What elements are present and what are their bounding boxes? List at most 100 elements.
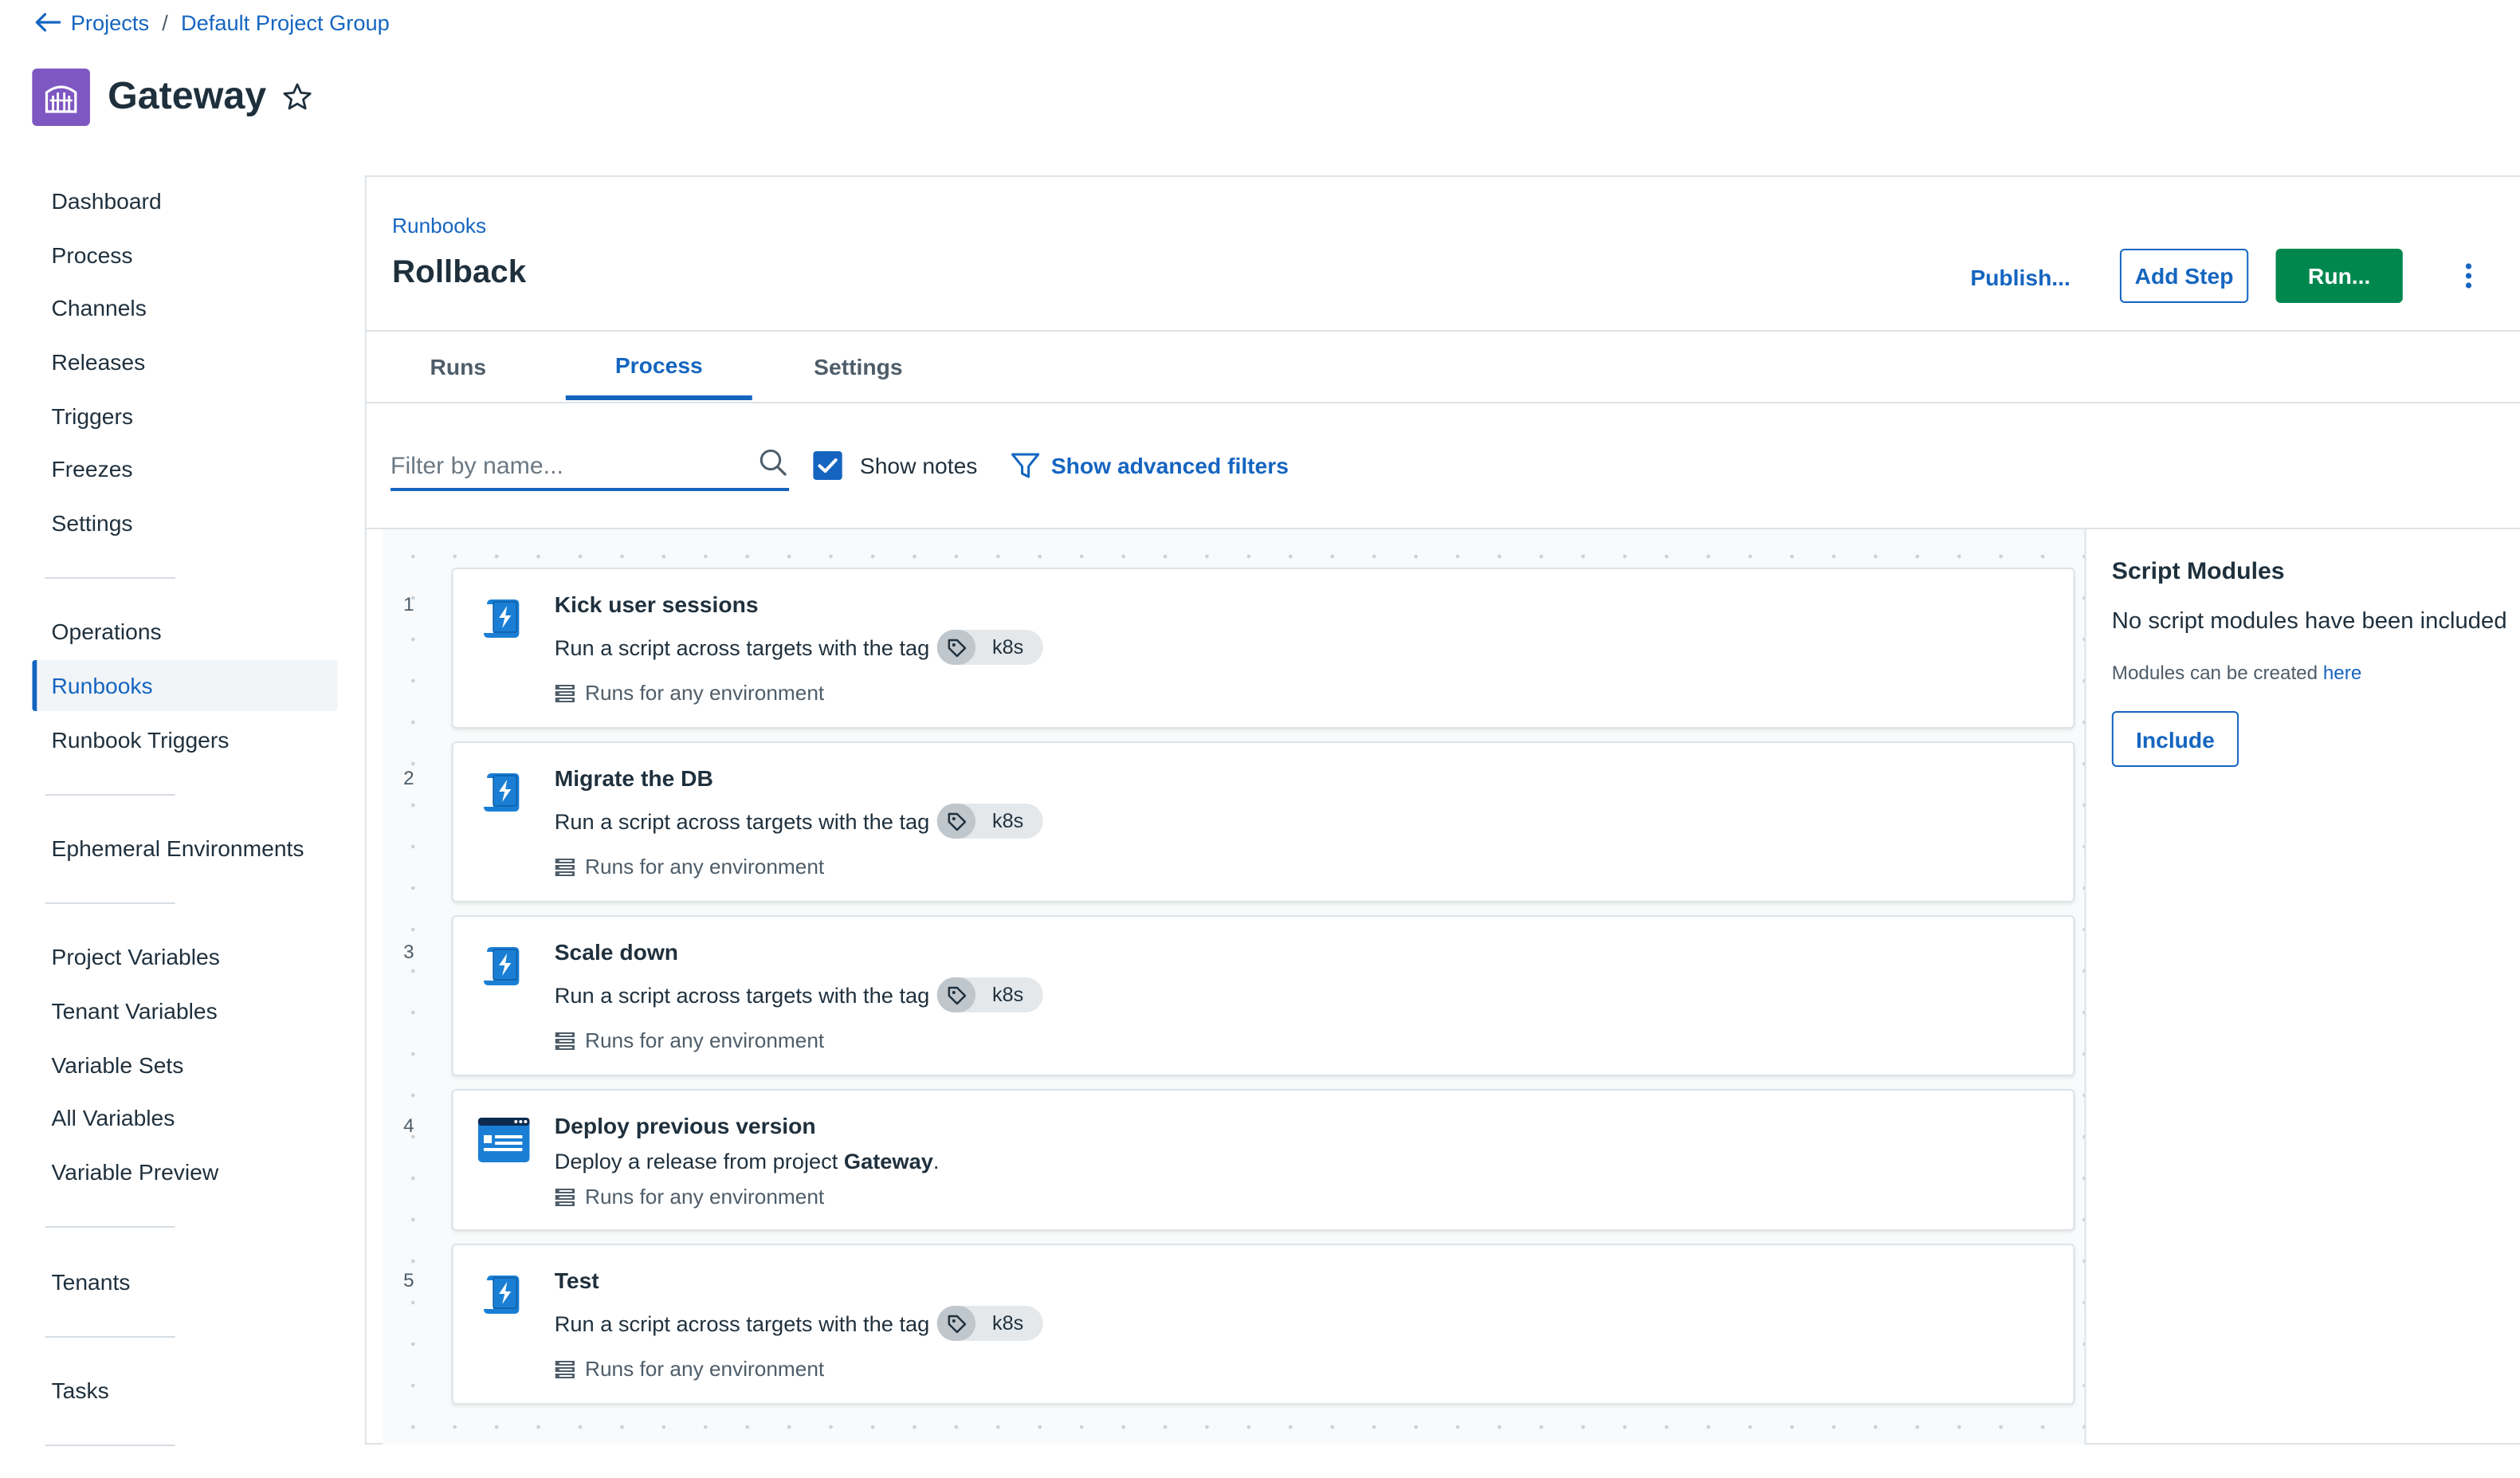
- step-card-migrate-the-db[interactable]: Migrate the DB Run a script across targe…: [451, 741, 2075, 902]
- sidebar-item-tenant-variables[interactable]: Tenant Variables: [32, 985, 337, 1036]
- sidebar-divider: [45, 577, 175, 579]
- sidebar-item-variable-sets[interactable]: Variable Sets: [32, 1040, 337, 1091]
- environment-icon: [555, 1360, 575, 1378]
- step-description: Deploy a release from project Gateway.: [555, 1150, 940, 1173]
- script-modules-hint-text: Modules can be created: [2111, 662, 2323, 684]
- favorite-star-icon[interactable]: [281, 81, 313, 113]
- target-tag: k8s: [937, 1306, 1043, 1341]
- sidebar-item-triggers[interactable]: Triggers: [32, 391, 337, 442]
- tag-label: k8s: [991, 984, 1024, 1006]
- sidebar-item-operations[interactable]: Operations: [32, 606, 337, 657]
- step-name: Deploy previous version: [554, 1113, 816, 1138]
- tag-icon: [937, 804, 976, 839]
- script-icon: [479, 768, 527, 824]
- breadcrumb: Projects / Default Project Group: [35, 8, 390, 37]
- step-card-test[interactable]: Test Run a script across targets with th…: [451, 1244, 2075, 1405]
- checkmark-icon: [818, 458, 838, 473]
- sidebar-item-settings[interactable]: Settings: [32, 497, 337, 548]
- step-card-deploy-previous-version[interactable]: Deploy previous version Deploy a release…: [451, 1089, 2075, 1231]
- tab-runs[interactable]: Runs: [392, 333, 524, 400]
- step-description-text: Run a script across targets with the tag: [554, 809, 930, 833]
- step-description-text: Deploy a release from project: [554, 1150, 844, 1173]
- run-button[interactable]: Run...: [2275, 249, 2403, 303]
- step-card-kick-user-sessions[interactable]: Kick user sessions Run a script across t…: [451, 568, 2075, 729]
- sidebar-divider: [45, 794, 175, 796]
- runbook-panel: Runbooks Rollback Publish... Add Step Ru…: [364, 175, 2520, 1445]
- step-number: 4: [403, 1114, 414, 1137]
- step-number: 5: [403, 1269, 414, 1291]
- more-options-icon[interactable]: [2452, 258, 2484, 293]
- show-notes-checkbox[interactable]: [813, 451, 842, 480]
- sidebar-item-ephemeral-environments[interactable]: Ephemeral Environments: [32, 823, 337, 874]
- step-environment: Runs for any environment: [555, 681, 825, 705]
- step-description-text: Run a script across targets with the tag: [554, 983, 930, 1007]
- project-title: Gateway: [108, 75, 267, 118]
- include-button[interactable]: Include: [2111, 711, 2239, 767]
- funnel-icon: [1011, 453, 1040, 478]
- environment-icon: [555, 1032, 575, 1049]
- step-name: Kick user sessions: [554, 592, 759, 617]
- sidebar-item-runbook-triggers[interactable]: Runbook Triggers: [32, 714, 337, 765]
- script-modules-here-link[interactable]: here: [2323, 662, 2361, 684]
- divider: [366, 330, 2520, 332]
- breadcrumb-separator: /: [162, 10, 168, 34]
- publish-button[interactable]: Publish...: [1970, 250, 2071, 305]
- divider: [2084, 529, 2086, 1445]
- step-number: 1: [403, 593, 414, 615]
- step-number: 3: [403, 941, 414, 963]
- step-description: Run a script across targets with the tag…: [555, 1306, 1043, 1341]
- divider: [366, 402, 2520, 403]
- step-environment-text: Runs for any environment: [585, 1185, 825, 1209]
- step-description-text: Run a script across targets with the tag: [554, 635, 930, 659]
- sidebar-item-dashboard[interactable]: Dashboard: [32, 175, 337, 226]
- sidebar-item-tenants[interactable]: Tenants: [32, 1256, 337, 1307]
- step-environment-text: Runs for any environment: [585, 1028, 825, 1052]
- add-step-button[interactable]: Add Step: [2119, 249, 2249, 303]
- sidebar-item-freezes[interactable]: Freezes: [32, 443, 337, 494]
- tag-label: k8s: [991, 810, 1024, 832]
- step-environment-text: Runs for any environment: [585, 681, 825, 705]
- script-icon: [479, 1271, 527, 1327]
- breadcrumb-projects-link[interactable]: Projects: [71, 10, 149, 34]
- runbooks-breadcrumb-link[interactable]: Runbooks: [392, 214, 486, 238]
- sidebar-divider: [45, 1336, 175, 1338]
- filter-field: [391, 443, 790, 491]
- show-advanced-filters-link[interactable]: Show advanced filters: [1009, 450, 1289, 482]
- step-description-text: Run a script across targets with the tag: [554, 1311, 930, 1335]
- target-tag: k8s: [937, 977, 1043, 1012]
- search-icon: [759, 448, 787, 485]
- sidebar-item-variable-preview[interactable]: Variable Preview: [32, 1146, 337, 1197]
- filter-by-name-input[interactable]: [391, 446, 744, 485]
- step-environment-text: Runs for any environment: [585, 855, 825, 879]
- step-description: Run a script across targets with the tag…: [555, 977, 1043, 1012]
- sidebar-divider: [45, 1226, 175, 1228]
- back-arrow-icon[interactable]: [35, 13, 61, 32]
- step-environment: Runs for any environment: [555, 1357, 824, 1381]
- step-name: Scale down: [554, 939, 679, 965]
- step-card-scale-down[interactable]: Scale down Run a script across targets w…: [451, 915, 2075, 1076]
- sidebar-item-channels[interactable]: Channels: [32, 282, 337, 333]
- step-name: Test: [554, 1268, 599, 1293]
- step-number: 2: [403, 767, 414, 789]
- step-description-project: Gateway: [843, 1150, 933, 1173]
- sidebar-divider: [45, 1445, 175, 1446]
- sidebar-item-process[interactable]: Process: [32, 230, 337, 281]
- sidebar-item-runbooks[interactable]: Runbooks: [32, 660, 338, 711]
- sidebar-item-releases[interactable]: Releases: [32, 336, 337, 387]
- tag-icon: [937, 977, 976, 1012]
- tag-icon: [937, 630, 976, 665]
- script-modules-hint: Modules can be created here: [2112, 662, 2361, 684]
- show-notes-label[interactable]: Show notes: [860, 451, 978, 480]
- step-environment: Runs for any environment: [555, 1028, 825, 1052]
- sidebar-item-project-variables[interactable]: Project Variables: [32, 931, 337, 982]
- sidebar-item-all-variables[interactable]: All Variables: [32, 1092, 337, 1143]
- sidebar-item-tasks[interactable]: Tasks: [32, 1365, 337, 1416]
- breadcrumb-group-link[interactable]: Default Project Group: [181, 10, 390, 34]
- environment-icon: [555, 1188, 575, 1205]
- tab-process[interactable]: Process: [565, 333, 752, 400]
- step-description: Run a script across targets with the tag…: [555, 630, 1043, 665]
- step-environment: Runs for any environment: [555, 855, 825, 879]
- target-tag: k8s: [937, 804, 1043, 839]
- gateway-logo-icon: [45, 85, 77, 113]
- tab-settings[interactable]: Settings: [787, 333, 928, 400]
